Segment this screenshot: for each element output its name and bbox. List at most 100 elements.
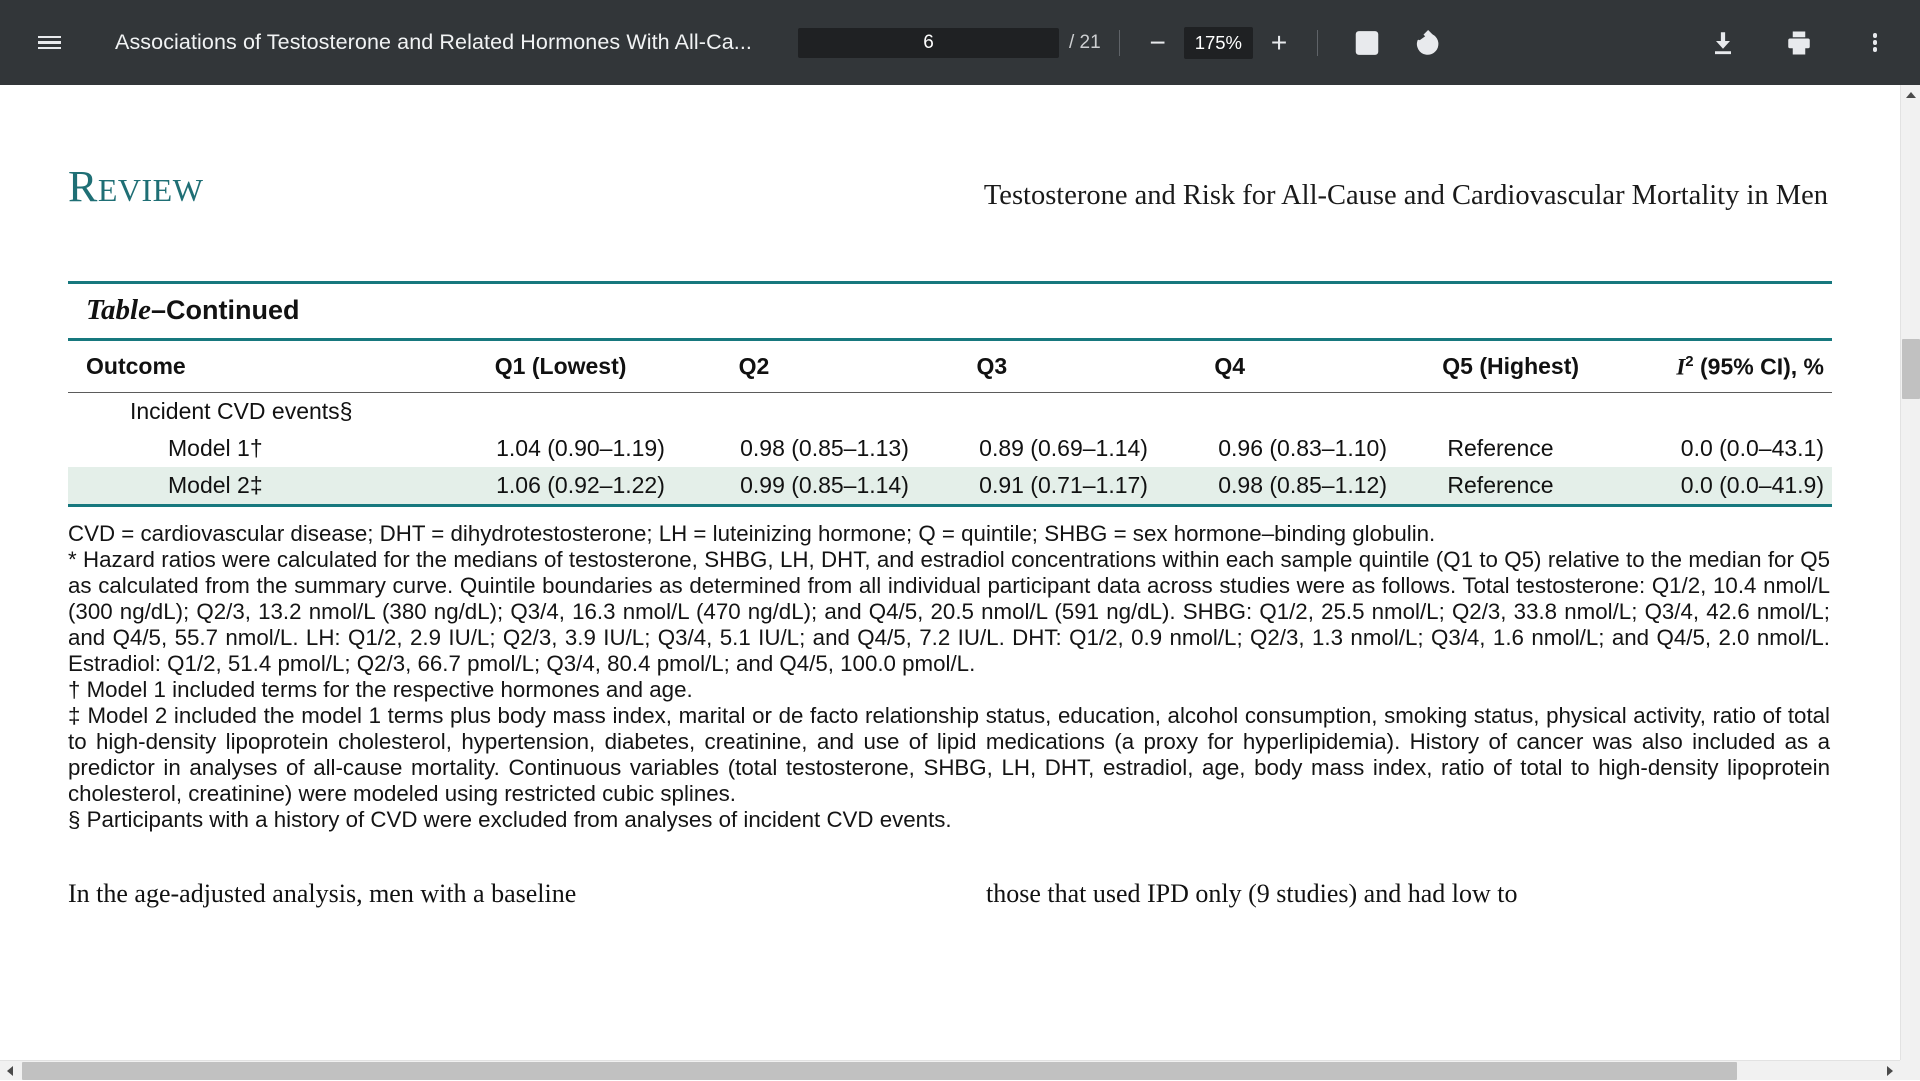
rotate-glyph — [1412, 28, 1442, 58]
i2-superscript: 2 — [1685, 353, 1693, 370]
table-caption-rest: –Continued — [151, 295, 300, 325]
toolbar-right-group — [1700, 20, 1920, 66]
zoom-in-button[interactable]: + — [1259, 23, 1299, 63]
download-icon[interactable] — [1700, 20, 1746, 66]
page-number-input[interactable] — [798, 28, 1059, 58]
more-options-kebab-icon[interactable] — [1852, 20, 1898, 66]
pdf-viewer-toolbar: Associations of Testosterone and Related… — [0, 0, 1920, 85]
kebab-dot — [1873, 47, 1877, 51]
print-glyph — [1784, 28, 1814, 58]
body-peek-column-left: In the age-adjusted analysis, men with a… — [68, 879, 908, 909]
horizontal-scrollbar-thumb[interactable] — [22, 1062, 1737, 1080]
hamburger-bar — [38, 47, 61, 49]
column-header-q4: Q4 — [1214, 341, 1442, 392]
running-title: Testosterone and Risk for All‐Cause and … — [984, 180, 1828, 212]
scroll-up-arrow-icon[interactable] — [1901, 85, 1920, 105]
cell-q3: 0.91 (0.71–1.17) — [979, 467, 1218, 504]
page-total-label: / 21 — [1069, 32, 1101, 54]
cell-q4 — [1218, 393, 1447, 430]
scroll-right-arrow-icon[interactable] — [1880, 1061, 1900, 1081]
cell-q5: Reference — [1447, 430, 1680, 467]
cell-q5: Reference — [1447, 467, 1680, 504]
fit-to-page-glyph — [1352, 28, 1382, 58]
section-label-review: REVIEW — [68, 165, 203, 209]
column-header-outcome: Outcome — [68, 341, 495, 392]
table-caption-italic: Table — [86, 294, 151, 326]
toolbar-center-group: / 21 − 175% + — [752, 20, 1700, 66]
row-label: Incident CVD events§ — [68, 393, 496, 430]
footnote-section: § Participants with a history of CVD wer… — [68, 807, 1830, 833]
cell-q3: 0.89 (0.69–1.14) — [979, 430, 1218, 467]
cell-q1 — [496, 393, 740, 430]
cell-q4: 0.98 (0.85–1.12) — [1218, 467, 1447, 504]
body-text-peek: In the age-adjusted analysis, men with a… — [68, 879, 1832, 909]
cell-i2: 0.0 (0.0–43.1) — [1681, 430, 1832, 467]
zoom-level-value[interactable]: 175% — [1184, 27, 1253, 59]
table-row: Model 1† 1.04 (0.90–1.19) 0.98 (0.85–1.1… — [68, 430, 1832, 467]
table-body: Incident CVD events§ Model 1† 1.04 (0.90… — [68, 393, 1832, 504]
toolbar-divider — [1317, 30, 1318, 56]
cell-q1: 1.06 (0.92–1.22) — [496, 467, 740, 504]
i2-rest: (95% CI), % — [1694, 354, 1824, 380]
scrollbar-corner — [1900, 1060, 1920, 1080]
pdf-page: REVIEW Testosterone and Risk for All‐Cau… — [0, 85, 1902, 1080]
toolbar-divider — [1119, 30, 1120, 56]
vertical-scrollbar[interactable] — [1900, 85, 1920, 1080]
document-title: Associations of Testosterone and Related… — [115, 30, 752, 55]
arrow-right-glyph — [1887, 1066, 1893, 1076]
running-head: REVIEW Testosterone and Risk for All‐Cau… — [68, 85, 1832, 225]
cell-q2: 0.98 (0.85–1.13) — [740, 430, 979, 467]
table-row: Model 2‡ 1.06 (0.92–1.22) 0.99 (0.85–1.1… — [68, 467, 1832, 504]
row-label: Model 2‡ — [68, 467, 496, 504]
pdf-viewer-area[interactable]: REVIEW Testosterone and Risk for All‐Cau… — [0, 85, 1920, 1080]
cell-q5 — [1447, 393, 1680, 430]
column-header-q1: Q1 (Lowest) — [495, 341, 739, 392]
column-header-q2: Q2 — [739, 341, 977, 392]
arrow-up-glyph — [1906, 92, 1916, 98]
arrow-left-glyph — [7, 1066, 13, 1076]
vertical-scrollbar-thumb[interactable] — [1902, 339, 1920, 399]
table-bottom-rule — [68, 504, 1832, 507]
fit-to-page-icon[interactable] — [1344, 20, 1390, 66]
footnote-double-dagger: ‡ Model 2 included the model 1 terms plu… — [68, 703, 1830, 807]
table-footnotes: CVD = cardiovascular disease; DHT = dihy… — [68, 521, 1832, 833]
kebab-dot — [1873, 33, 1877, 37]
footnote-abbreviations: CVD = cardiovascular disease; DHT = dihy… — [68, 521, 1830, 547]
hamburger-menu-icon[interactable] — [26, 20, 72, 66]
table-block: Table–Continued Outcome Q1 (Lowest) Q2 Q… — [68, 281, 1832, 507]
footnote-dagger: † Model 1 included terms for the respect… — [68, 677, 1830, 703]
row-label: Model 1† — [68, 430, 496, 467]
column-header-i2: I2 (95% CI), % — [1676, 341, 1832, 392]
cell-q2 — [740, 393, 979, 430]
cell-i2: 0.0 (0.0–41.9) — [1681, 467, 1832, 504]
zoom-out-button[interactable]: − — [1138, 23, 1178, 63]
table-header-row: Outcome Q1 (Lowest) Q2 Q3 Q4 Q5 (Highest… — [68, 341, 1832, 392]
table-row: Incident CVD events§ — [68, 393, 1832, 430]
kebab-dot — [1873, 40, 1877, 44]
review-initial: R — [68, 162, 98, 211]
scroll-left-arrow-icon[interactable] — [0, 1061, 20, 1081]
download-glyph — [1708, 28, 1738, 58]
pdf-page-content: REVIEW Testosterone and Risk for All‐Cau… — [68, 85, 1832, 909]
results-table: Outcome Q1 (Lowest) Q2 Q3 Q4 Q5 (Highest… — [68, 341, 1832, 392]
column-header-q5: Q5 (Highest) — [1442, 341, 1676, 392]
cell-q2: 0.99 (0.85–1.14) — [740, 467, 979, 504]
horizontal-scrollbar[interactable] — [0, 1060, 1900, 1080]
cell-q3 — [979, 393, 1218, 430]
body-peek-column-right: those that used IPD only (9 studies) and… — [986, 879, 1826, 909]
results-table-body-wrap: Incident CVD events§ Model 1† 1.04 (0.90… — [68, 393, 1832, 504]
rotate-counterclockwise-icon[interactable] — [1404, 20, 1450, 66]
toolbar-left-group: Associations of Testosterone and Related… — [0, 20, 752, 66]
footnote-asterisk: * Hazard ratios were calculated for the … — [68, 547, 1830, 677]
column-header-q3: Q3 — [976, 341, 1214, 392]
cell-i2 — [1681, 393, 1832, 430]
print-icon[interactable] — [1776, 20, 1822, 66]
table-head: Outcome Q1 (Lowest) Q2 Q3 Q4 Q5 (Highest… — [68, 341, 1832, 392]
table-caption: Table–Continued — [68, 284, 1832, 338]
page-navigation: / 21 — [798, 28, 1101, 58]
i2-italic: I — [1676, 355, 1685, 380]
hamburger-bar — [38, 41, 61, 43]
cell-q4: 0.96 (0.83–1.10) — [1218, 430, 1447, 467]
hamburger-bar — [38, 36, 61, 38]
cell-q1: 1.04 (0.90–1.19) — [496, 430, 740, 467]
